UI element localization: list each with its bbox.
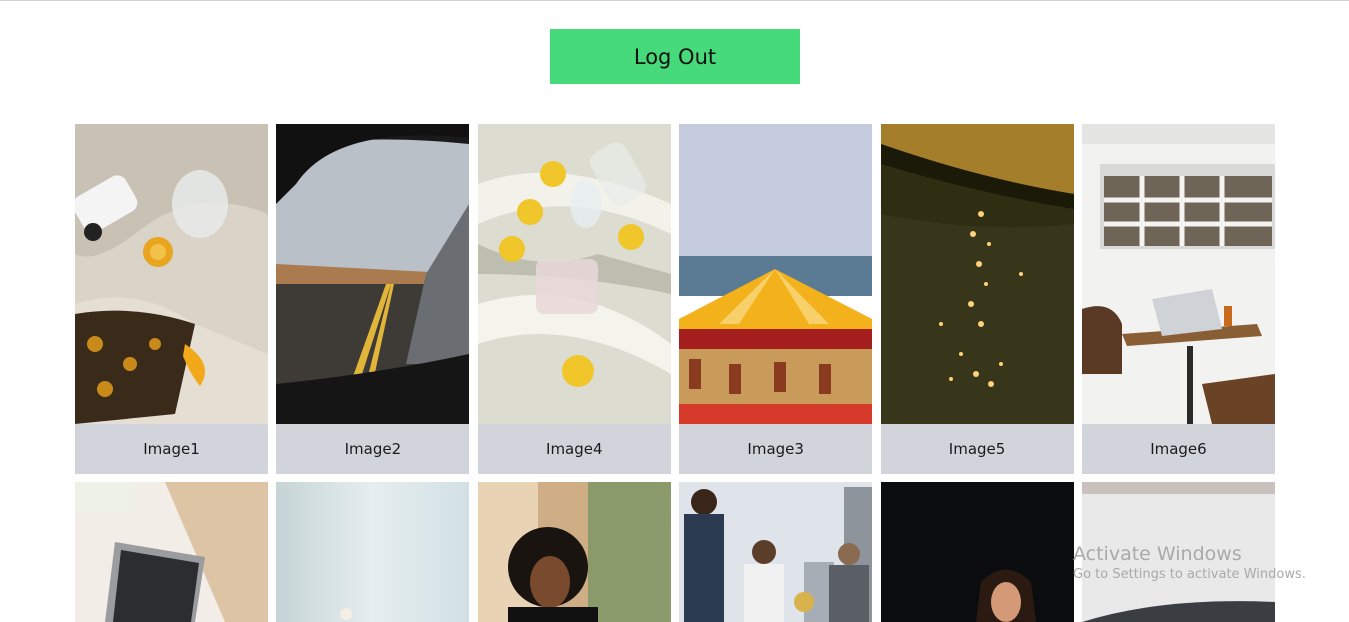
logout-button[interactable]: Log Out [550, 29, 800, 84]
gallery-image-water-sparkle[interactable] [880, 124, 1074, 424]
gallery-image-friends-street[interactable] [679, 482, 873, 622]
gallery-image-woman-dark[interactable] [880, 482, 1074, 622]
gallery-card[interactable] [276, 482, 470, 622]
gallery-card[interactable] [477, 482, 671, 622]
gallery-image-laptop-cafe[interactable] [1081, 124, 1275, 424]
watermark-title: Activate Windows [1073, 543, 1242, 565]
gallery-image-lemons-sunglasses[interactable] [75, 124, 268, 424]
gallery-image-lemons-satin[interactable] [477, 124, 671, 424]
gallery-card[interactable]: Image1 [75, 124, 268, 474]
gallery-card[interactable]: Image5 [880, 124, 1074, 474]
gallery-caption: Image5 [880, 424, 1074, 474]
gallery-card[interactable]: Image2 [276, 124, 470, 474]
gallery-caption: Image1 [75, 424, 268, 474]
gallery-image-soft-blue[interactable] [276, 482, 470, 622]
gallery-caption: Image4 [477, 424, 671, 474]
windows-activation-watermark: Activate Windows Go to Settings to activ… [1073, 543, 1306, 582]
gallery-image-road-mirror[interactable] [276, 124, 470, 424]
gallery-card[interactable]: Image4 [477, 124, 671, 474]
gallery-card[interactable] [75, 482, 268, 622]
gallery-image-woman-portrait[interactable] [477, 482, 671, 622]
watermark-subtitle: Go to Settings to activate Windows. [1073, 567, 1306, 582]
gallery-caption: Image6 [1081, 424, 1275, 474]
gallery-card[interactable] [679, 482, 873, 622]
gallery-caption: Image3 [679, 424, 873, 474]
gallery-card[interactable]: Image6 [1081, 124, 1275, 474]
top-divider [0, 0, 1349, 1]
gallery-card[interactable] [880, 482, 1074, 622]
image-gallery: Image1 Image2 Image4 Image3 Image5 Image… [75, 124, 1275, 474]
gallery-image-carousel[interactable] [679, 124, 873, 424]
gallery-caption: Image2 [276, 424, 470, 474]
gallery-image-laptop-desk[interactable] [75, 482, 268, 622]
gallery-card[interactable]: Image3 [679, 124, 873, 474]
